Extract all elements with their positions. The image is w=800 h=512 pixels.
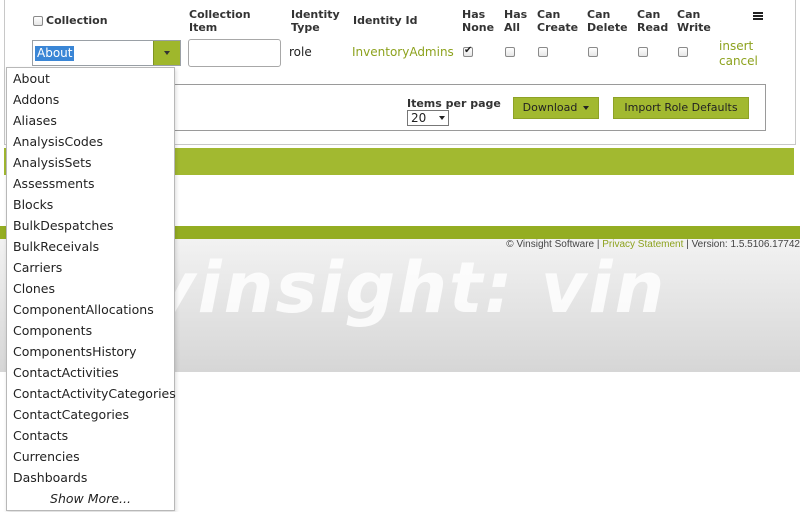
chevron-down-icon[interactable] xyxy=(153,41,180,65)
header-identity-id: Identity Id xyxy=(353,14,418,27)
dropdown-option[interactable]: ContactCategories xyxy=(7,404,174,425)
dropdown-option[interactable]: Assessments xyxy=(7,173,174,194)
can-delete-checkbox[interactable] xyxy=(588,47,598,57)
can-write-checkbox[interactable] xyxy=(678,47,688,57)
header-can-delete-line2: Delete xyxy=(587,21,628,34)
items-per-page-select[interactable]: 20 xyxy=(407,110,449,126)
dropdown-option[interactable]: Carriers xyxy=(7,257,174,278)
has-none-checkbox[interactable] xyxy=(463,45,473,57)
dropdown-option[interactable]: AnalysisCodes xyxy=(7,131,174,152)
download-button[interactable]: Download xyxy=(513,97,599,119)
import-role-defaults-button[interactable]: Import Role Defaults xyxy=(613,97,749,119)
header-collection-item-line1: Collection xyxy=(189,8,251,21)
column-menu-icon[interactable] xyxy=(753,12,763,21)
header-can-read-line2: Read xyxy=(637,21,669,34)
dropdown-option[interactable]: BulkReceivals xyxy=(7,236,174,257)
header-has-none-line1: Has xyxy=(462,8,486,21)
has-all-checkbox[interactable] xyxy=(505,47,515,57)
caret-down-icon xyxy=(583,106,590,110)
can-read-checkbox[interactable] xyxy=(638,47,648,57)
header-can-create-line2: Create xyxy=(537,21,579,34)
dropdown-option[interactable]: ComponentsHistory xyxy=(7,341,174,362)
header-can-read-line1: Can xyxy=(637,8,661,21)
privacy-statement-link[interactable]: Privacy Statement xyxy=(602,239,683,250)
header-can-delete-line1: Can xyxy=(587,8,611,21)
dropdown-option[interactable]: Addons xyxy=(7,89,174,110)
insert-link[interactable]: insert xyxy=(719,39,753,53)
header-can-write-line1: Can xyxy=(677,8,701,21)
version-text: Version: 1.5.5106.17742 xyxy=(691,239,800,250)
header-has-none-line2: None xyxy=(462,21,495,34)
dropdown-option[interactable]: ComponentAllocations xyxy=(7,299,174,320)
dropdown-option[interactable]: Contacts xyxy=(7,425,174,446)
header-can-write-line2: Write xyxy=(677,21,711,34)
vinsight-watermark: vinsight: vin xyxy=(150,247,667,329)
identity-id-value: InventoryAdmins xyxy=(352,45,454,59)
header-has-all-line1: Has xyxy=(504,8,528,21)
copyright-text: © Vinsight Software xyxy=(506,239,595,250)
can-create-checkbox[interactable] xyxy=(538,47,548,57)
dropdown-option[interactable]: About xyxy=(7,68,174,89)
header-identity-type-line1: Identity xyxy=(291,8,340,21)
dropdown-option[interactable]: Currencies xyxy=(7,446,174,467)
header-collection: Collection xyxy=(46,14,108,27)
dropdown-option[interactable]: ContactActivityCategories xyxy=(7,383,176,404)
dropdown-option[interactable]: ContactActivities xyxy=(7,362,174,383)
dropdown-option[interactable]: Clones xyxy=(7,278,174,299)
cancel-link[interactable]: cancel xyxy=(719,54,758,68)
dropdown-option[interactable]: Blocks xyxy=(7,194,174,215)
header-can-create-line1: Can xyxy=(537,8,561,21)
select-all-checkbox[interactable] xyxy=(33,16,43,26)
grid-footer-bar xyxy=(174,148,794,175)
dropdown-option[interactable]: Components xyxy=(7,320,174,341)
header-identity-type-line2: Type xyxy=(291,21,320,34)
collection-dropdown-list: About Addons Aliases AnalysisCodes Analy… xyxy=(6,67,176,511)
collection-select[interactable]: About xyxy=(32,40,181,66)
dropdown-option[interactable]: Dashboards xyxy=(7,467,174,488)
footer-text: © Vinsight Software | Privacy Statement … xyxy=(506,239,800,250)
header-collection-item-line2: Item xyxy=(189,21,218,34)
collection-item-input[interactable] xyxy=(188,39,281,67)
show-more-link[interactable]: Show More... xyxy=(7,488,174,509)
dropdown-option[interactable]: BulkDespatches xyxy=(7,215,174,236)
collection-selected-value: About xyxy=(35,46,75,61)
identity-type-value: role xyxy=(289,45,312,59)
dropdown-option[interactable]: Aliases xyxy=(7,110,174,131)
items-per-page-label: Items per page xyxy=(407,97,501,110)
header-has-all-line2: All xyxy=(504,21,521,34)
dropdown-option[interactable]: AnalysisSets xyxy=(7,152,174,173)
